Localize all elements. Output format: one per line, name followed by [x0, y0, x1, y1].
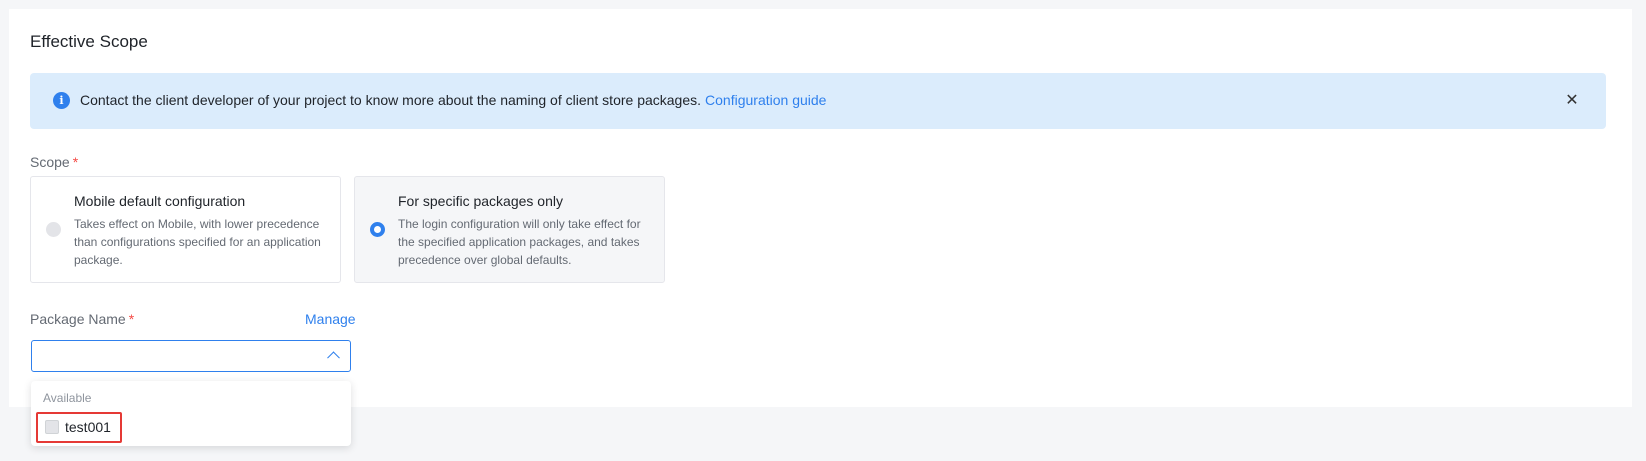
banner-message: Contact the client developer of your pro… — [80, 92, 826, 108]
required-mark: * — [128, 311, 135, 327]
manage-link[interactable]: Manage — [305, 311, 356, 327]
dropdown-item-label: test001 — [65, 419, 111, 435]
option-title: For specific packages only — [398, 193, 563, 209]
close-icon[interactable]: ✕ — [1563, 90, 1581, 110]
radio-selected[interactable] — [370, 222, 385, 237]
radio-unselected[interactable] — [46, 222, 61, 237]
chevron-up-icon[interactable] — [327, 351, 340, 365]
package-name-label: Package Name * — [30, 311, 134, 327]
scope-label-text: Scope — [30, 154, 70, 170]
option-description: The login configuration will only take e… — [398, 217, 641, 267]
package-name-label-text: Package Name — [30, 311, 126, 327]
dropdown-item-test001[interactable]: test001 — [36, 412, 122, 443]
package-dropdown: Available test001 — [31, 381, 351, 446]
dropdown-group-label: Available — [43, 391, 92, 405]
package-name-select[interactable] — [31, 340, 351, 372]
section-title: Effective Scope — [30, 32, 148, 51]
checkbox[interactable] — [45, 420, 59, 434]
info-banner: i Contact the client developer of your p… — [30, 73, 1606, 129]
required-mark: * — [72, 154, 79, 170]
scope-option-mobile-default[interactable]: Mobile default configuration Takes effec… — [30, 176, 341, 283]
option-title: Mobile default configuration — [74, 193, 246, 209]
option-description: Takes effect on Mobile, with lower prece… — [74, 217, 321, 267]
effective-scope-card: Effective Scope i Contact the client dev… — [9, 9, 1632, 446]
scope-label: Scope * — [30, 154, 78, 170]
configuration-guide-link[interactable]: Configuration guide — [705, 92, 826, 108]
banner-text: Contact the client developer of your pro… — [80, 92, 702, 108]
scope-option-specific-packages[interactable]: For specific packages only The login con… — [354, 176, 665, 283]
info-icon: i — [53, 92, 70, 109]
